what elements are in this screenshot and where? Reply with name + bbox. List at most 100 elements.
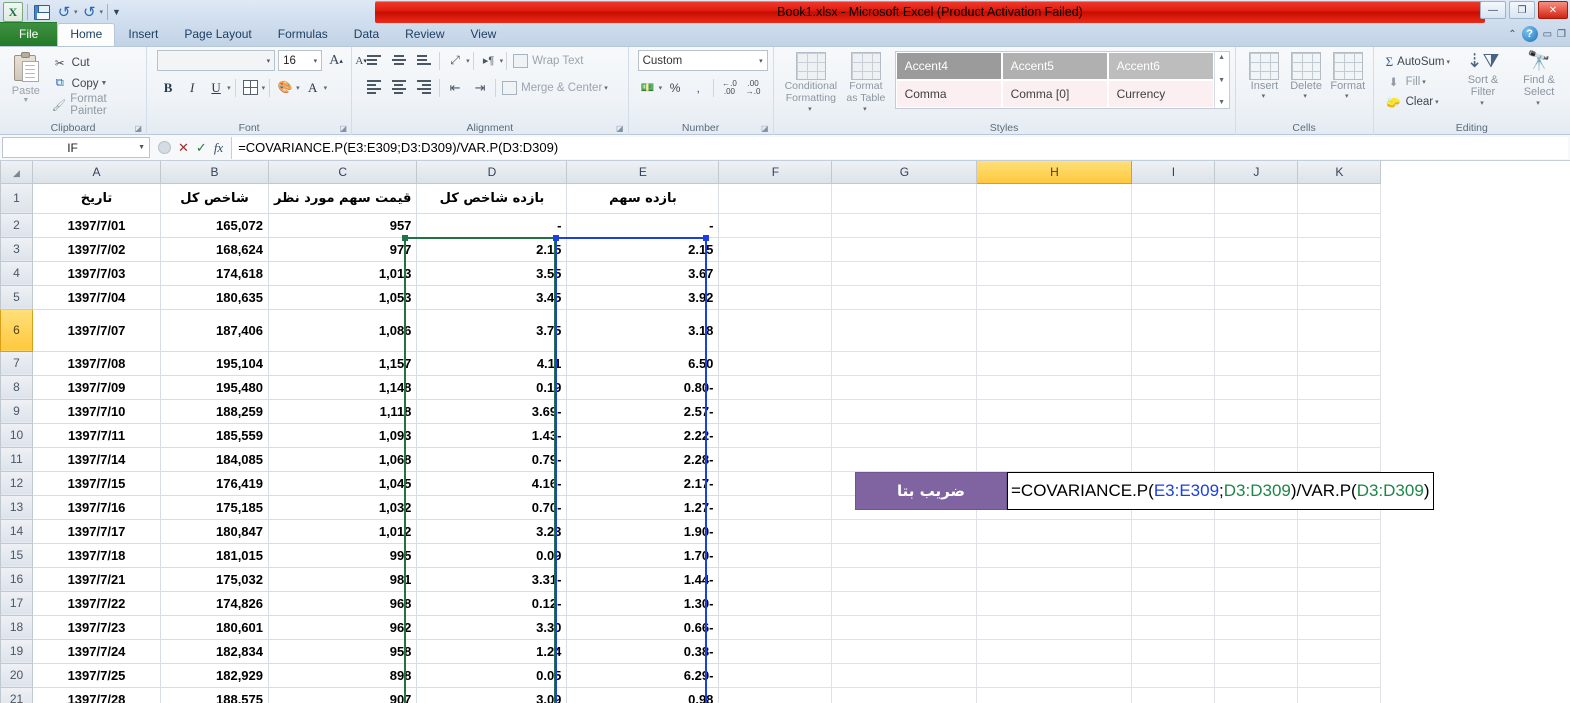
customize-qat-icon[interactable]: ▼ bbox=[112, 7, 121, 17]
close-button[interactable]: ✕ bbox=[1538, 1, 1568, 19]
fat-caret-icon[interactable]: ▾ bbox=[863, 104, 867, 116]
cell-h1[interactable] bbox=[976, 182, 1133, 214]
cell-h16[interactable] bbox=[976, 566, 1133, 592]
cell-g6[interactable] bbox=[831, 308, 978, 352]
tab-page-layout[interactable]: Page Layout bbox=[171, 23, 264, 46]
cell-d2[interactable]: - bbox=[416, 212, 568, 238]
row-header-11[interactable]: 11 bbox=[0, 446, 33, 472]
merge-center-button[interactable]: Merge & Center ▾ bbox=[499, 77, 611, 98]
table-row[interactable]: 1 تاریخ شاخص کل قیمت سهم مورد نظر بازده … bbox=[0, 182, 1382, 214]
cell-b5[interactable]: 180,635 bbox=[160, 284, 269, 310]
font-name-input[interactable]: ▾ bbox=[157, 50, 276, 71]
cell-d13[interactable]: 0.70- bbox=[416, 494, 568, 520]
fill-color-button[interactable]: 🎨 bbox=[274, 77, 296, 98]
cell-d21[interactable]: 3.09 bbox=[416, 686, 568, 703]
wrap-text-button[interactable]: Wrap Text bbox=[510, 50, 586, 71]
format-cells-button[interactable]: Format ▾ bbox=[1328, 50, 1368, 100]
cell-a10[interactable]: 1397/7/11 bbox=[32, 422, 161, 448]
cell-a5[interactable]: 1397/7/04 bbox=[32, 284, 161, 310]
cell-h20[interactable] bbox=[976, 662, 1133, 688]
grow-font-button[interactable]: A ▴ bbox=[325, 50, 347, 71]
cell-e14[interactable]: 1.90- bbox=[566, 518, 720, 544]
cell-h19[interactable] bbox=[976, 638, 1133, 664]
borders-button[interactable] bbox=[240, 77, 262, 98]
paste-button[interactable]: Paste ▼ bbox=[5, 50, 47, 104]
cell-c13[interactable]: 1,032 bbox=[267, 494, 418, 520]
cell-b12[interactable]: 176,419 bbox=[160, 470, 269, 496]
collapse-ribbon-icon[interactable]: ⌃ bbox=[1508, 29, 1516, 40]
font-name-caret-icon[interactable]: ▾ bbox=[267, 57, 271, 65]
undo-icon[interactable]: ↺ bbox=[54, 2, 74, 22]
cell-c12[interactable]: 1,045 bbox=[267, 470, 418, 496]
sort-filter-caret-icon[interactable]: ▾ bbox=[1480, 98, 1484, 110]
cf-caret-icon[interactable]: ▾ bbox=[808, 104, 812, 116]
cell-k16[interactable] bbox=[1297, 566, 1382, 592]
cell-j17[interactable] bbox=[1214, 590, 1299, 616]
table-row[interactable]: 11 1397/7/14 184,085 1,068 0.79- 2.28- bbox=[0, 446, 1382, 472]
cell-d14[interactable]: 3.23 bbox=[416, 518, 568, 544]
row-header-10[interactable]: 10 bbox=[0, 422, 33, 448]
cell-k19[interactable] bbox=[1297, 638, 1382, 664]
cell-e15[interactable]: 1.70- bbox=[566, 542, 720, 568]
redo-icon[interactable]: ↻ bbox=[80, 2, 100, 22]
row-header-3[interactable]: 3 bbox=[0, 236, 33, 262]
row-header-4[interactable]: 4 bbox=[0, 260, 33, 286]
minimize-window-icon[interactable]: ❐ bbox=[1557, 29, 1566, 40]
number-format-caret-icon[interactable]: ▾ bbox=[759, 57, 763, 65]
cell-i6[interactable] bbox=[1131, 308, 1216, 352]
align-middle-button[interactable] bbox=[387, 50, 411, 71]
cell-k21[interactable] bbox=[1297, 686, 1382, 703]
gallery-scroll-down-icon[interactable]: ▼ bbox=[1218, 77, 1225, 84]
row-header-17[interactable]: 17 bbox=[0, 590, 33, 616]
ribbon-tabs[interactable]: File Home Insert Page Layout Formulas Da… bbox=[0, 22, 1570, 47]
percent-style-button[interactable]: % bbox=[665, 77, 685, 98]
cell-f15[interactable] bbox=[718, 542, 833, 568]
cell-f17[interactable] bbox=[718, 590, 833, 616]
cell-c7[interactable]: 1,157 bbox=[267, 350, 418, 376]
align-right-button[interactable] bbox=[412, 77, 436, 98]
cell-i17[interactable] bbox=[1131, 590, 1216, 616]
cell-k4[interactable] bbox=[1297, 260, 1382, 286]
table-row[interactable]: 4 1397/7/03 174,618 1,013 3.55 3.67 bbox=[0, 260, 1382, 286]
column-header-k[interactable]: K bbox=[1297, 161, 1382, 184]
conditional-formatting-button[interactable]: Conditional Formatting ▾ bbox=[785, 50, 837, 116]
format-as-table-button[interactable]: Format as Table ▾ bbox=[843, 50, 888, 116]
cell-i3[interactable] bbox=[1131, 236, 1216, 262]
cell-a7[interactable]: 1397/7/08 bbox=[32, 350, 161, 376]
cell-f16[interactable] bbox=[718, 566, 833, 592]
cell-h17[interactable] bbox=[976, 590, 1133, 616]
cell-a4[interactable]: 1397/7/03 bbox=[32, 260, 161, 286]
gallery-scroll-up-icon[interactable]: ▲ bbox=[1218, 54, 1225, 61]
cell-j21[interactable] bbox=[1214, 686, 1299, 703]
cell-h3[interactable] bbox=[976, 236, 1133, 262]
cell-g18[interactable] bbox=[831, 614, 978, 640]
table-row[interactable]: 8 1397/7/09 195,480 1,148 0.19 0.80- bbox=[0, 374, 1382, 400]
cell-c10[interactable]: 1,093 bbox=[267, 422, 418, 448]
cell-i14[interactable] bbox=[1131, 518, 1216, 544]
cell-a3[interactable]: 1397/7/02 bbox=[32, 236, 161, 262]
cell-h9[interactable] bbox=[976, 398, 1133, 424]
column-header-a[interactable]: A bbox=[32, 161, 161, 184]
cell-b10[interactable]: 185,559 bbox=[160, 422, 269, 448]
cell-styles-gallery[interactable]: Accent4 Accent5 Accent6 Comma Comma [0] … bbox=[894, 51, 1230, 109]
cell-j5[interactable] bbox=[1214, 284, 1299, 310]
cell-d7[interactable]: 4.11 bbox=[416, 350, 568, 376]
column-header-d[interactable]: D bbox=[416, 161, 568, 184]
cell-f4[interactable] bbox=[718, 260, 833, 286]
paste-caret-icon[interactable]: ▼ bbox=[22, 97, 29, 104]
beta-label-cell[interactable]: ضریب بتا bbox=[855, 472, 1007, 510]
cell-g5[interactable] bbox=[831, 284, 978, 310]
gallery-more-icon[interactable]: ▼ bbox=[1218, 99, 1225, 106]
maximize-button[interactable]: ❐ bbox=[1509, 1, 1535, 19]
redo-caret-icon[interactable]: ▾ bbox=[100, 8, 104, 16]
cell-e4[interactable]: 3.67 bbox=[566, 260, 720, 286]
style-accent5[interactable]: Accent5 bbox=[1002, 53, 1107, 79]
underline-button[interactable]: U bbox=[205, 77, 227, 98]
cell-i20[interactable] bbox=[1131, 662, 1216, 688]
cell-c17[interactable]: 968 bbox=[267, 590, 418, 616]
cell-b2[interactable]: 165,072 bbox=[160, 212, 269, 238]
cell-g20[interactable] bbox=[831, 662, 978, 688]
cell-j18[interactable] bbox=[1214, 614, 1299, 640]
cell-d4[interactable]: 3.55 bbox=[416, 260, 568, 286]
cell-i10[interactable] bbox=[1131, 422, 1216, 448]
